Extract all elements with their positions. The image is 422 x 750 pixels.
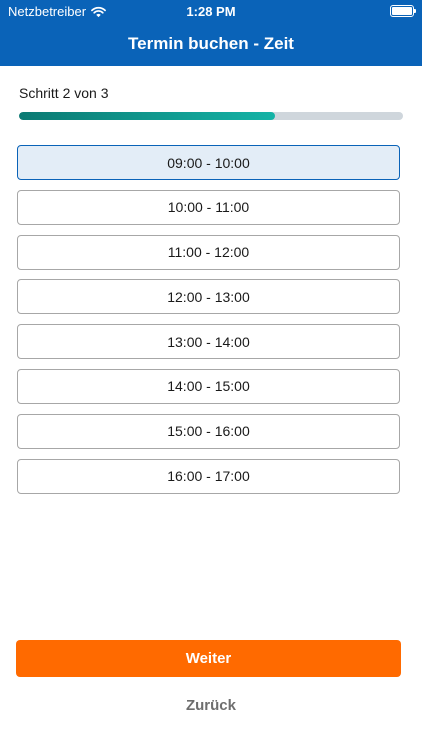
time-slot-button[interactable]: 13:00 - 14:00 <box>17 324 400 360</box>
time-slot-button[interactable]: 11:00 - 12:00 <box>17 234 400 270</box>
time-slot-button[interactable]: 12:00 - 13:00 <box>17 279 400 315</box>
time-slot-button[interactable]: 14:00 - 15:00 <box>17 368 400 404</box>
progress-bar <box>19 112 403 120</box>
time-slot-button[interactable]: 15:00 - 16:00 <box>17 413 400 449</box>
time-slot-button[interactable]: 09:00 - 10:00 <box>17 145 400 180</box>
back-button[interactable]: Zurück <box>0 697 422 714</box>
battery-icon <box>390 5 416 17</box>
time-slot-list: 09:00 - 10:00 10:00 - 11:00 11:00 - 12:00 1… <box>17 145 400 503</box>
time-slot-button[interactable]: 16:00 - 17:00 <box>17 458 400 494</box>
status-bar: Netzbetreiber 1:28 PM <box>0 0 422 24</box>
step-indicator: Schritt 2 von 3 <box>19 85 109 101</box>
app-header: Netzbetreiber 1:28 PM Termin buchen - Ze… <box>0 0 422 66</box>
time-slot-button[interactable]: 10:00 - 11:00 <box>17 189 400 225</box>
next-button[interactable]: Weiter <box>16 640 401 677</box>
progress-fill <box>19 112 276 120</box>
status-time: 1:28 PM <box>186 4 236 19</box>
page-title: Termin buchen - Zeit <box>128 34 294 53</box>
